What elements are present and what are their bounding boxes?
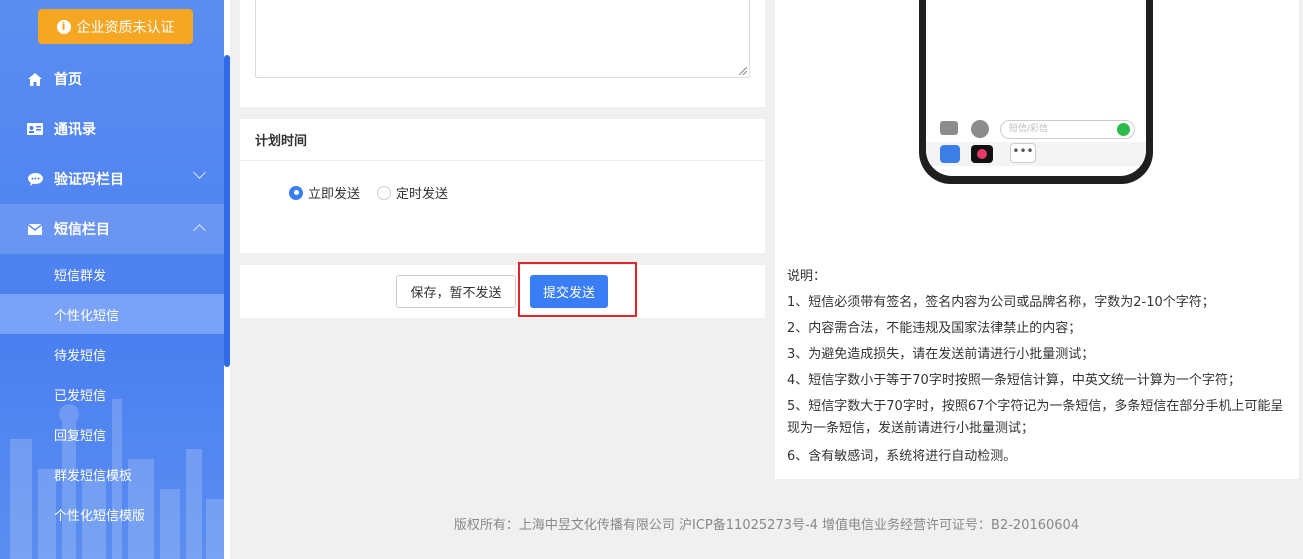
sub-item-label: 待发短信 <box>54 348 107 364</box>
instruction-item: 2、内容需合法，不能违规及国家法律禁止的内容； <box>787 321 1082 336</box>
radio-send-now[interactable]: 立即发送 <box>289 183 360 202</box>
nav-item-verification[interactable]: 验证码栏目 <box>0 154 224 204</box>
nav-label: 短信栏目 <box>54 222 110 238</box>
phone-screen: 短信/彩信 ••• <box>926 0 1146 176</box>
instruction-item: 4、短信字数小于等于70字时按照一条短信计算，中英文统一计算为一个字符； <box>787 373 1241 388</box>
resize-grip-icon[interactable] <box>739 67 747 75</box>
sub-item-label: 短信群发 <box>54 268 107 284</box>
heart-app-icon <box>971 145 993 163</box>
more-icon: ••• <box>1010 143 1036 163</box>
nav-label: 验证码栏目 <box>54 172 124 188</box>
sub-item-reply-sms[interactable]: 回复短信 <box>0 414 224 454</box>
sub-item-label: 个性化短信模版 <box>54 508 146 524</box>
radio-label: 立即发送 <box>308 187 361 202</box>
contact-card-icon <box>26 121 44 137</box>
radio-scheduled-send[interactable]: 定时发送 <box>377 183 448 202</box>
sub-item-sent-sms[interactable]: 已发短信 <box>0 374 224 414</box>
radio-unchecked-icon[interactable] <box>377 185 391 200</box>
certification-label: 企业资质未认证 <box>76 19 175 36</box>
sub-item-bulk-template[interactable]: 群发短信模板 <box>0 454 224 494</box>
instructions-heading: 说明： <box>787 269 827 284</box>
instruction-item: 6、含有敏感词，系统将进行自动检测。 <box>787 449 1017 464</box>
phone-compose-bar: 短信/彩信 <box>926 117 1146 141</box>
sub-item-label: 个性化短信 <box>54 308 120 324</box>
phone-input-placeholder: 短信/彩信 <box>1009 124 1049 134</box>
sub-item-label: 回复短信 <box>54 428 107 444</box>
nav-item-home[interactable]: 首页 <box>0 54 224 104</box>
sidebar-scrollbar[interactable] <box>224 55 230 367</box>
phone-preview: 短信/彩信 ••• <box>919 0 1153 184</box>
chat-bubble-icon <box>26 171 44 187</box>
home-icon <box>26 71 44 87</box>
nav-item-contacts[interactable]: 通讯录 <box>0 104 224 154</box>
chevron-down-icon <box>193 166 206 179</box>
sub-item-bulk-sms[interactable]: 短信群发 <box>0 254 224 294</box>
sub-item-personalized-sms[interactable]: 个性化短信 <box>0 294 224 334</box>
save-draft-button[interactable]: 保存，暂不发送 <box>396 275 516 308</box>
nav-label: 首页 <box>54 72 82 88</box>
sidebar: i 企业资质未认证 首页 通讯录 验证码栏目 短信栏目 短信群发 个性化短信 待… <box>0 0 230 559</box>
radio-label: 定时发送 <box>396 187 449 202</box>
app-store-icon <box>971 120 989 138</box>
sub-item-label: 群发短信模板 <box>54 468 133 484</box>
instruction-item: 1、短信必须带有签名，签名内容为公司或品牌名称，字数为2-10个字符； <box>787 295 1215 310</box>
instruction-item: 3、为避免造成损失，请在发送前请进行小批量测试； <box>787 347 1095 362</box>
sms-content-textarea[interactable] <box>255 0 750 78</box>
send-arrow-icon <box>1117 123 1130 136</box>
nav-label: 通讯录 <box>54 122 96 138</box>
footer-copyright: 版权所有：上海中昱文化传播有限公司 沪ICP备11025273号-4 增值电信业… <box>453 518 1080 533</box>
phone-message-input: 短信/彩信 <box>1000 120 1135 139</box>
schedule-title: 计划时间 <box>255 134 308 149</box>
divider <box>240 160 765 161</box>
sub-item-personalized-template[interactable]: 个性化短信模版 <box>0 494 224 534</box>
instructions: 说明： 1、短信必须带有签名，签名内容为公司或品牌名称，字数为2-10个字符； … <box>787 264 1287 470</box>
highlight-annotation <box>518 262 637 317</box>
envelope-icon <box>26 221 44 237</box>
instruction-item: 5、短信字数大于70字时，按照67个字符记为一条短信，多条短信在部分手机上可能呈… <box>787 399 1284 436</box>
camera-icon <box>940 121 958 135</box>
nav-item-sms[interactable]: 短信栏目 <box>0 204 224 254</box>
certification-button[interactable]: i 企业资质未认证 <box>38 9 193 44</box>
app-store-icon <box>940 145 960 163</box>
radio-checked-icon[interactable] <box>289 185 303 200</box>
chevron-up-icon <box>193 224 206 237</box>
info-icon: i <box>56 19 71 34</box>
sub-item-label: 已发短信 <box>54 388 107 404</box>
phone-app-drawer: ••• <box>926 142 1146 166</box>
sub-item-pending-sms[interactable]: 待发短信 <box>0 334 224 374</box>
